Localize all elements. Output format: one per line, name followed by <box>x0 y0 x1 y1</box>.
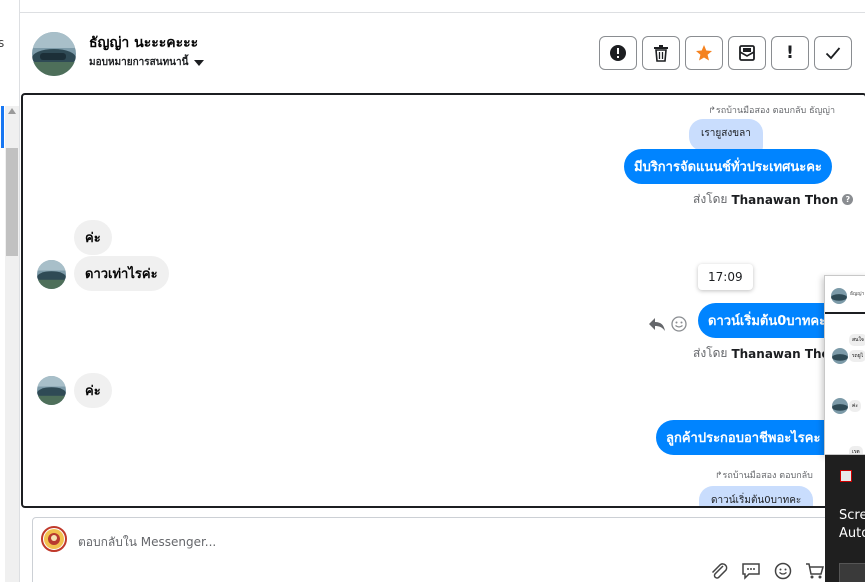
contact-avatar[interactable] <box>32 32 76 76</box>
exclamation-circle-icon <box>610 45 626 61</box>
incoming-message[interactable]: ค่ะ <box>74 373 112 408</box>
screenshot-app-icon <box>840 470 852 482</box>
popup-contact-name: ธัญญ่า <box>850 291 865 297</box>
sent-by-prefix: ส่งโดย <box>693 192 728 206</box>
popup-message: สนใจ <box>849 334 865 346</box>
popup-message: เรต <box>849 446 863 454</box>
contact-avatar-small[interactable] <box>37 376 66 405</box>
message-input[interactable]: ตอบกลับใน Messenger... <box>78 533 216 552</box>
star-button[interactable] <box>685 36 723 70</box>
mark-unread-button[interactable] <box>728 36 766 70</box>
trash-icon <box>654 45 668 62</box>
contact-avatar-small[interactable] <box>37 260 66 289</box>
quoted-message[interactable]: ดาวน์เริ่มต้น0บาทคะ <box>699 486 814 506</box>
star-icon <box>696 45 712 61</box>
mark-done-button[interactable] <box>814 36 852 70</box>
delete-button[interactable] <box>642 36 680 70</box>
screenshot-notification[interactable]: Scre Auto <box>825 455 865 582</box>
assign-label: มอบหมายการสนทนานี้ <box>89 57 189 68</box>
conversation-actions: ! <box>599 36 852 70</box>
left-selection-indicator <box>1 106 4 148</box>
message-thread[interactable]: ↱รถบ้านมือสอง ตอบกลับ ธัญญ่า เรายูสงขลา … <box>21 93 865 508</box>
inbox-screen: s ธัญญ่า นะะะคะะะ มอบหมายการสนทนานี้ ! ↱… <box>0 0 865 582</box>
scroll-up-arrow-icon[interactable] <box>8 108 16 114</box>
outgoing-message[interactable]: ดาวน์เริ่มต้น0บาทคะ <box>698 303 837 338</box>
reply-context-note: ↱รถบ้านมือสอง ตอบกลับ ธัญญ่า <box>708 106 835 116</box>
popup-avatar <box>831 288 847 304</box>
mark-spam-button[interactable] <box>599 36 637 70</box>
notification-action-button[interactable] <box>839 563 865 582</box>
incoming-message[interactable]: ดาวเท่าไรค่ะ <box>74 256 169 291</box>
reply-arrow-icon[interactable] <box>648 316 666 332</box>
conversation-preview-popup[interactable]: ธัญญ่า สนใจ รถยูไ ค่ะ เรต <box>824 275 865 455</box>
follow-up-icon: ! <box>786 43 794 63</box>
saved-replies-icon[interactable] <box>741 562 761 580</box>
shopping-cart-icon[interactable] <box>805 562 825 580</box>
reply-composer[interactable]: ตอบกลับใน Messenger... <box>32 517 865 582</box>
contact-name[interactable]: ธัญญ่า นะะะคะะะ <box>89 32 198 54</box>
emoji-icon[interactable] <box>773 562 793 580</box>
follow-up-button[interactable]: ! <box>771 36 809 70</box>
popup-avatar <box>832 348 848 364</box>
popup-message: รถยูไ <box>849 350 865 362</box>
agent-name[interactable]: Thanawan Thon <box>731 193 838 207</box>
quoted-message[interactable]: เรายูสงขลา <box>689 119 763 151</box>
incoming-message[interactable]: ค่ะ <box>74 220 112 255</box>
page-avatar <box>41 526 67 552</box>
sent-by-prefix: ส่งโดย <box>693 346 728 360</box>
envelope-icon <box>739 45 755 61</box>
assign-conversation-dropdown[interactable]: มอบหมายการสนทนานี้ <box>89 55 205 70</box>
sent-by-line: ส่งโดย Thanawan Thon <box>693 344 838 363</box>
reply-context-note: ↱รถบ้านมือสอง ตอบกลับ <box>715 471 813 481</box>
scrollbar-thumb[interactable] <box>6 148 18 256</box>
notification-subtitle: Auto <box>839 526 865 541</box>
notification-title: Scre <box>839 508 865 523</box>
outgoing-message[interactable]: มีบริการจัดแนนช์ทั่วประเทศนะคะ <box>624 149 832 184</box>
caret-down-icon <box>194 59 205 66</box>
checkmark-icon <box>825 47 841 60</box>
popup-header: ธัญญ่า <box>825 276 865 314</box>
composer-toolbar <box>709 562 825 580</box>
timestamp-tooltip: 17:09 <box>698 264 753 290</box>
react-smiley-icon[interactable] <box>671 316 687 332</box>
attachment-icon[interactable] <box>709 562 729 580</box>
top-divider <box>20 12 865 13</box>
help-icon[interactable]: ? <box>842 194 854 205</box>
left-panel-text: s <box>0 36 5 50</box>
sent-by-line: ส่งโดย Thanawan Thon ? <box>693 190 854 209</box>
left-scrollbar[interactable] <box>5 106 19 582</box>
popup-message: ค่ะ <box>849 400 862 412</box>
popup-avatar <box>832 398 848 414</box>
outgoing-message[interactable]: ลูกค้าประกอบอาชีพอะไรคะ <box>656 420 831 455</box>
agent-name[interactable]: Thanawan Thon <box>731 347 838 361</box>
